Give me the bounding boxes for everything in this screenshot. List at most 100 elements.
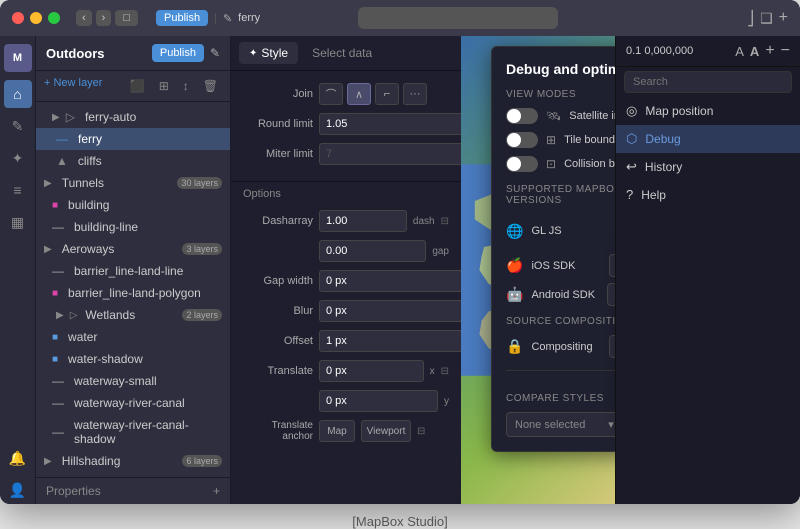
collision-boxes-toggle-row: ⊡ Collision boxes (506, 156, 615, 172)
sidebar-item-bell[interactable]: 🔔 (4, 444, 32, 472)
maximize-button[interactable] (48, 12, 60, 24)
android-dropdown[interactable]: — ▾ (607, 283, 615, 306)
sidebar-item-map-position[interactable]: ◎ Map position (616, 97, 800, 125)
dasharray-label: Dasharray (243, 215, 313, 227)
search-tool[interactable]: ⬛ (126, 77, 149, 95)
add-property-icon[interactable]: + (213, 484, 220, 498)
new-layer-button[interactable]: + New layer (44, 77, 102, 95)
list-item[interactable]: ▶Aeroways3 layers (36, 238, 230, 260)
tab-button[interactable]: □ (115, 10, 138, 26)
sidebar-item-debug[interactable]: ⬡ Debug (616, 125, 800, 153)
panel-tabs: ✦ Style Select data (231, 36, 461, 71)
join-buttons: ⌒ ∧ ⌐ ··· (319, 83, 427, 105)
join-btn-bevel[interactable]: ⌐ (375, 83, 399, 105)
list-item[interactable]: ■water-shadow (36, 348, 230, 370)
translate-y-input[interactable] (319, 390, 438, 412)
minimize-button[interactable] (30, 12, 42, 24)
translate-label: Translate (243, 365, 313, 377)
blur-input[interactable] (319, 300, 461, 322)
debug-title: Debug and optimize (506, 61, 615, 77)
gap-width-label: Gap width (243, 275, 313, 287)
share-icon[interactable]: ⎦ (747, 10, 754, 27)
map-position-icon: ◎ (626, 103, 637, 119)
compositing-dropdown[interactable]: — ▾ (609, 335, 615, 358)
move-tool[interactable]: ↕ (179, 77, 193, 95)
list-item[interactable]: —waterway-small (36, 370, 230, 392)
ios-dropdown[interactable]: — ▾ (609, 254, 615, 277)
sidebar-item-history[interactable]: ↩ History (616, 153, 800, 181)
forward-button[interactable]: › (96, 10, 112, 26)
filter-tool[interactable]: ⊞ (155, 77, 173, 95)
list-item[interactable]: —building-line (36, 216, 230, 238)
dasharray-input1[interactable] (319, 210, 407, 232)
anchor-icon: ⊟ (417, 426, 425, 437)
list-item[interactable]: ■water (36, 326, 230, 348)
compare-select[interactable]: None selected ▾ (506, 412, 615, 437)
compare-row: None selected ▾ Compare (506, 412, 615, 437)
sidebar-item-layers[interactable]: ≡ (4, 176, 32, 204)
list-item[interactable]: —waterway-river-canal (36, 392, 230, 414)
map-button[interactable]: Map (319, 420, 355, 442)
delete-tool[interactable]: 🗑 (199, 77, 222, 95)
sidebar-item-help[interactable]: ? Help (616, 181, 800, 208)
translate-x-label: x (430, 366, 435, 377)
dasharray-input2[interactable] (319, 240, 426, 262)
join-section: Join ⌒ ∧ ⌐ ··· Round limit ⊟ (231, 79, 461, 177)
compare-none-label: None selected (515, 419, 585, 431)
search-input[interactable] (624, 71, 792, 93)
translate-y-label: y (444, 396, 449, 407)
list-item[interactable]: ▶Hillshading6 layers (36, 450, 230, 472)
join-btn-miter[interactable]: ∧ (347, 83, 371, 105)
tab-style[interactable]: ✦ Style (239, 42, 298, 64)
list-item[interactable]: ▶Tunnels30 layers (36, 172, 230, 194)
round-limit-input[interactable] (319, 113, 461, 135)
list-item[interactable]: ■barrier_line-land-polygon (36, 282, 230, 304)
dash-label: dash (413, 216, 435, 227)
options-header: Options (231, 181, 461, 206)
collision-boxes-toggle[interactable] (506, 156, 538, 172)
map-position-label: Map position (645, 104, 713, 118)
list-item[interactable]: ▲cliffs (36, 150, 230, 172)
list-item[interactable]: —barrier_line-land-line (36, 260, 230, 282)
close-button[interactable] (12, 12, 24, 24)
map-area[interactable]: Debug and optimize View modes 🛰 Satellit… (461, 36, 615, 504)
sidebar-item-chart[interactable]: ▦ (4, 208, 32, 236)
list-item[interactable]: —waterway-river-canal-shadow (36, 414, 230, 450)
sidebar-item-home[interactable]: ⌂ (4, 80, 32, 108)
blur-label: Blur (243, 305, 313, 317)
back-button[interactable]: ‹ (76, 10, 92, 26)
list-item[interactable]: ▶▷Wetlands2 layers (36, 304, 230, 326)
list-item[interactable]: —ferry (36, 128, 230, 150)
list-item[interactable]: ▶▷ferry-auto (36, 106, 230, 128)
copy-icon[interactable]: ❑ (760, 10, 773, 27)
sidebar-item-edit[interactable]: ✎ (4, 112, 32, 140)
tile-boundaries-toggle[interactable] (506, 132, 538, 148)
translate-x-input[interactable] (319, 360, 424, 382)
join-label: Join (243, 88, 313, 100)
sidebar-item-user[interactable]: 👤 (4, 476, 32, 504)
offset-input[interactable] (319, 330, 461, 352)
publish-label[interactable]: Publish (156, 10, 208, 26)
debug-label: Debug (645, 132, 680, 146)
translate-row: Translate x ⊟ (243, 360, 449, 382)
sdk-versions-label: Supported Mapbox SDK versions (506, 184, 615, 206)
round-limit-row: Round limit ⊟ (243, 113, 449, 135)
ios-icon: 🍎 (506, 257, 523, 274)
join-btn-more[interactable]: ··· (403, 83, 427, 105)
options-section: Dasharray dash ⊟ gap Gap width ⊟ (231, 206, 461, 454)
list-item[interactable]: ■building (36, 194, 230, 216)
miter-limit-input[interactable] (319, 143, 461, 165)
join-btn-round[interactable]: ⌒ (319, 83, 343, 105)
edit-icon[interactable]: ✎ (210, 46, 220, 60)
gap-width-input[interactable] (319, 270, 461, 292)
satellite-toggle[interactable] (506, 108, 538, 124)
tab-select-data[interactable]: Select data (302, 42, 382, 64)
plus-icon[interactable]: + (765, 42, 774, 60)
sidebar-item-tools[interactable]: ✦ (4, 144, 32, 172)
nav-buttons: ‹ › □ (76, 10, 138, 26)
android-label: Android SDK (531, 289, 595, 301)
publish-button[interactable]: Publish (152, 44, 204, 62)
add-icon[interactable]: + (779, 9, 788, 27)
viewport-button[interactable]: Viewport (361, 420, 411, 442)
minus-icon[interactable]: − (781, 42, 790, 60)
